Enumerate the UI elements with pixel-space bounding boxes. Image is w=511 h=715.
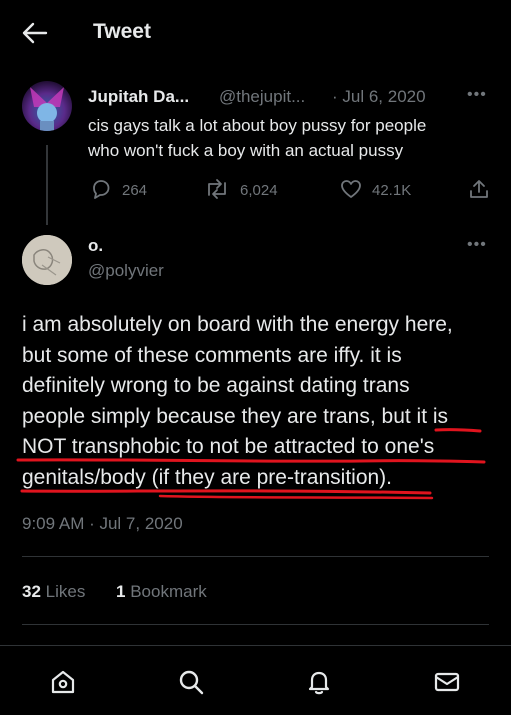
likes-summary[interactable]: 32 Likes xyxy=(22,582,85,602)
annotation-underlines xyxy=(16,428,486,500)
bottom-nav xyxy=(0,645,511,715)
bookmarks-summary[interactable]: 1 Bookmark xyxy=(116,582,207,602)
search-icon[interactable] xyxy=(177,668,205,696)
divider xyxy=(22,556,489,557)
home-icon[interactable] xyxy=(49,668,77,696)
divider xyxy=(22,624,489,625)
notifications-icon[interactable] xyxy=(305,668,333,696)
likes-label: Likes xyxy=(45,582,86,601)
messages-icon[interactable] xyxy=(433,668,461,696)
likes-count: 32 xyxy=(22,582,41,601)
reply-timestamp[interactable]: 9:09 AM · Jul 7, 2020 xyxy=(22,514,183,534)
bookmarks-count: 1 xyxy=(116,582,126,601)
bookmarks-label: Bookmark xyxy=(130,582,207,601)
